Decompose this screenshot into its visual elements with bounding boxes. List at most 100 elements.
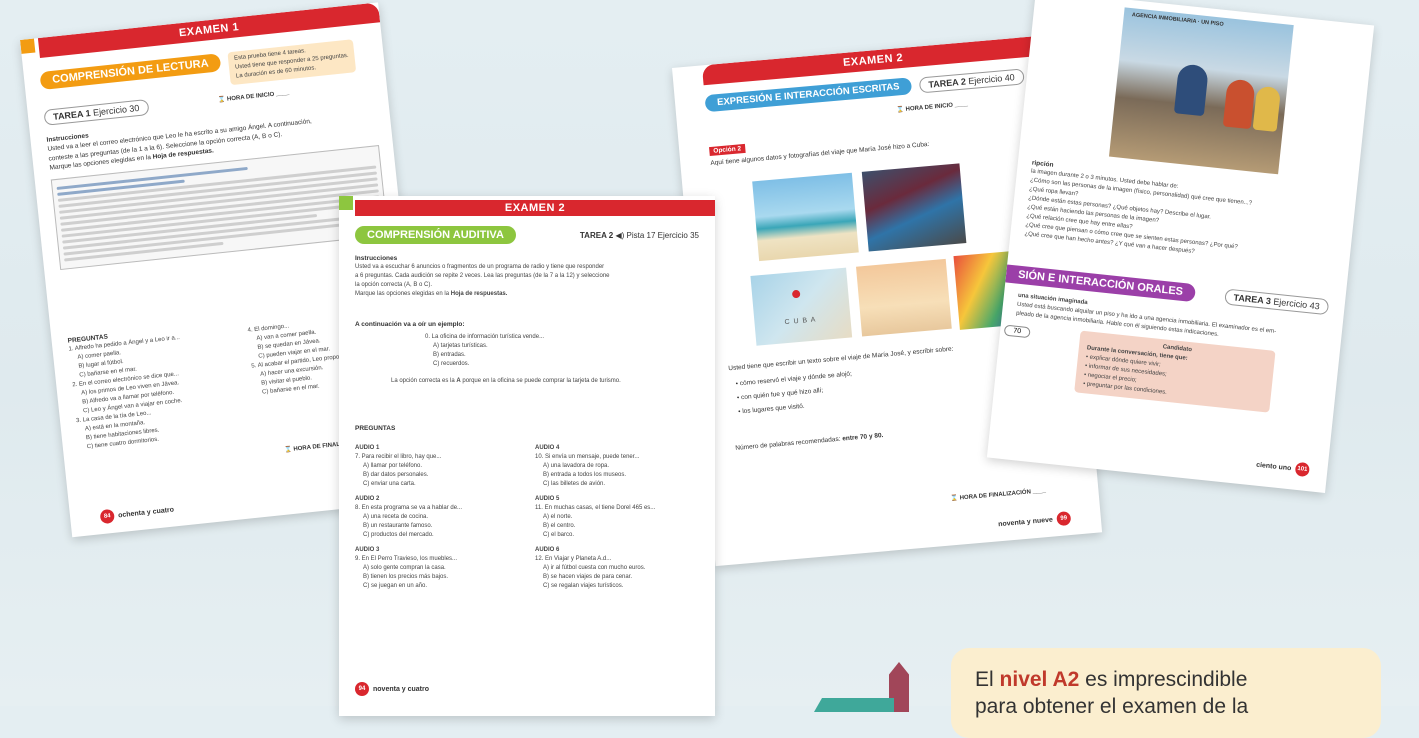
exercise-number: Ejercicio 40 [967,71,1016,86]
page-footer: ciento uno 101 [1255,458,1311,478]
option: B) el centro. [543,523,576,529]
tarea-number: TAREA 2 [927,75,967,90]
bullet-item: • cómo reservó el viaje y dónde se alojó… [735,370,853,388]
bullet-text: con quién fue y qué hizo allí; [740,387,824,402]
option: A) tarjetas turísticas. [433,343,488,350]
audio-label: AUDIO 1 [355,445,380,451]
person-figure [1222,78,1256,130]
question: 8. En esta programa se va a hablar de... [355,505,463,511]
instructions-text: la opción correcta (A, B o C). [355,282,433,289]
corner-tab-orange [20,38,36,54]
info-text: El [975,668,994,691]
example-answer-letter: A [456,378,461,385]
info-line: para obtener el examen de la [975,695,1249,719]
audio-label: AUDIO 2 [355,496,380,502]
option: C) productos del mercado. [363,532,434,538]
exam-page-orales: AGENCIA INMOBILIARIA · UN PISO ripción l… [986,0,1375,493]
tarea-number: TAREA 3 [1233,292,1272,307]
end-time-text: HORA DE FINALIZACIÓN [959,489,1032,502]
start-time-text: HORA DE INICIO [226,91,275,103]
questions-heading: PREGUNTAS [355,425,396,432]
track-exercise: ◀) Pista 17 Ejercicio 35 [615,230,699,240]
tarea-number: TAREA 2 [579,230,614,240]
option: A) el norte. [543,514,573,520]
start-time-label: ⌛ HORA DE INICIO ____ [896,101,969,114]
photo-office-illustration: AGENCIA INMOBILIARIA · UN PISO [1108,7,1294,175]
example-answer-text: porque en la oficina se puede comprar la… [462,378,621,385]
bullet-text: cómo reservó el viaje y dónde se alojó; [739,370,853,388]
instructions-text: Marque las opciones elegidas en la Hoja … [355,290,699,299]
option: A) solo gente compran la casa. [363,565,446,571]
info-highlight: nivel A2 [999,668,1080,691]
word-count: Número de palabras recomendadas: entre 7… [735,431,884,453]
instructions-text: a 6 preguntas. Cada audición se repite 2… [355,273,610,280]
audio-label: AUDIO 6 [535,547,560,553]
option: B) un restaurante famoso. [363,523,433,529]
instructions-text-part: Marque las opciones elegidas en la [355,291,450,298]
end-time-label: ⌛ HORA DE FINALIZACIÓN ____ [950,488,1047,503]
example-question: 0. La oficina de información turística v… [425,334,545,341]
bullet-item: • los lugares que visitó. [737,402,805,416]
option: C) se juegan en un año. [363,583,428,589]
question: 10. Si envía un mensaje, puede tener... [535,454,640,460]
house-roof [814,698,894,712]
option: A) ir al fútbol cuesta con mucho euros. [543,565,646,571]
word-count-label: Número de palabras recomendadas: [735,435,841,452]
photo-beach [752,172,859,262]
photo-map: C U B A [750,267,853,346]
exercise-number: Ejercicio 43 [1272,296,1321,312]
audio-label: AUDIO 4 [535,445,560,451]
option: B) entrada a todos los museos. [543,472,627,478]
page-words: noventa y nueve [997,516,1054,528]
option: C) las billetes de avión. [543,481,606,487]
start-time-text: HORA DE INICIO [905,102,954,113]
option: A) una receta de cocina. [363,514,429,520]
time-badge: 70 [1003,324,1031,339]
exam-page-auditiva: EXAMEN 2 COMPRENSIÓN AUDITIVA TAREA 2 ◀)… [339,196,715,716]
example-answer-text: La opción correcta es la [391,378,455,385]
bullet-item: • con quién fue y qué hizo allí; [736,387,824,402]
bullet-text: los lugares que visitó. [742,402,805,416]
photo-couple [856,258,952,337]
instructions-title: Instrucciones [355,255,398,262]
tarea-label: TAREA 3 Ejercicio 43 [1223,288,1330,316]
tarea-number: TAREA 1 [52,108,92,122]
word-count-value: entre 70 y 80. [842,431,884,443]
question: 7. Para recibir el libro, hay que... [355,454,442,460]
instructions-text: Usted va a escuchar 6 anuncios o fragmen… [355,264,605,271]
option: B) entradas. [433,352,466,359]
question: 11. En muchas casas, el tiene Dorel 465 … [535,505,656,511]
option: B) se hacen viajes de para cenar. [543,574,633,580]
option: A) una lavadora de ropa. [543,463,610,469]
page-footer: 84 ochenta y cuatro [99,503,175,525]
option: C) se regalan viajes turísticos. [543,583,624,589]
page-words: ochenta y cuatro [117,506,175,519]
question: 9. En El Perro Travieso, los muebles... [355,556,458,562]
option: C) enviar una carta. [363,481,416,487]
option: C) recuerdos. [433,361,470,368]
info-text: es imprescindible [1085,668,1248,691]
page-words: noventa y cuatro [373,685,430,693]
section-title: COMPRENSIÓN DE LECTURA [39,53,222,91]
option: B) dar datos personales. [363,472,429,478]
info-callout: El nivel A2 es imprescindible para obten… [951,648,1381,738]
example-title: A continuación va a oír un ejemplo: [355,321,465,328]
exam-banner: EXAMEN 2 [355,200,715,216]
photo-caption: AGENCIA INMOBILIARIA · UN PISO [1131,12,1224,28]
page-number: 94 [355,682,369,696]
person-figure [1252,85,1282,132]
audio-label: AUDIO 5 [535,496,560,502]
photo-cars [861,163,967,252]
answer-sheet-ref: Hoja de respuestas. [450,291,508,298]
map-label: C U B A [784,316,817,327]
option: B) tienen los precios más bajos. [363,574,449,580]
task-intro: Aquí tiene algunos datos y fotografías d… [710,140,930,167]
corner-tab-green [339,196,353,210]
option: C) el barco. [543,532,575,538]
example-answer: La opción correcta es la A porque en la … [355,377,699,386]
section-title: COMPRENSIÓN AUDITIVA [355,226,516,244]
page-number: 101 [1294,461,1311,478]
person-figure [1173,63,1209,117]
info-line: El nivel A2 es imprescindible [975,666,1357,693]
start-time-label: ⌛ HORA DE INICIO ____ [217,89,290,104]
